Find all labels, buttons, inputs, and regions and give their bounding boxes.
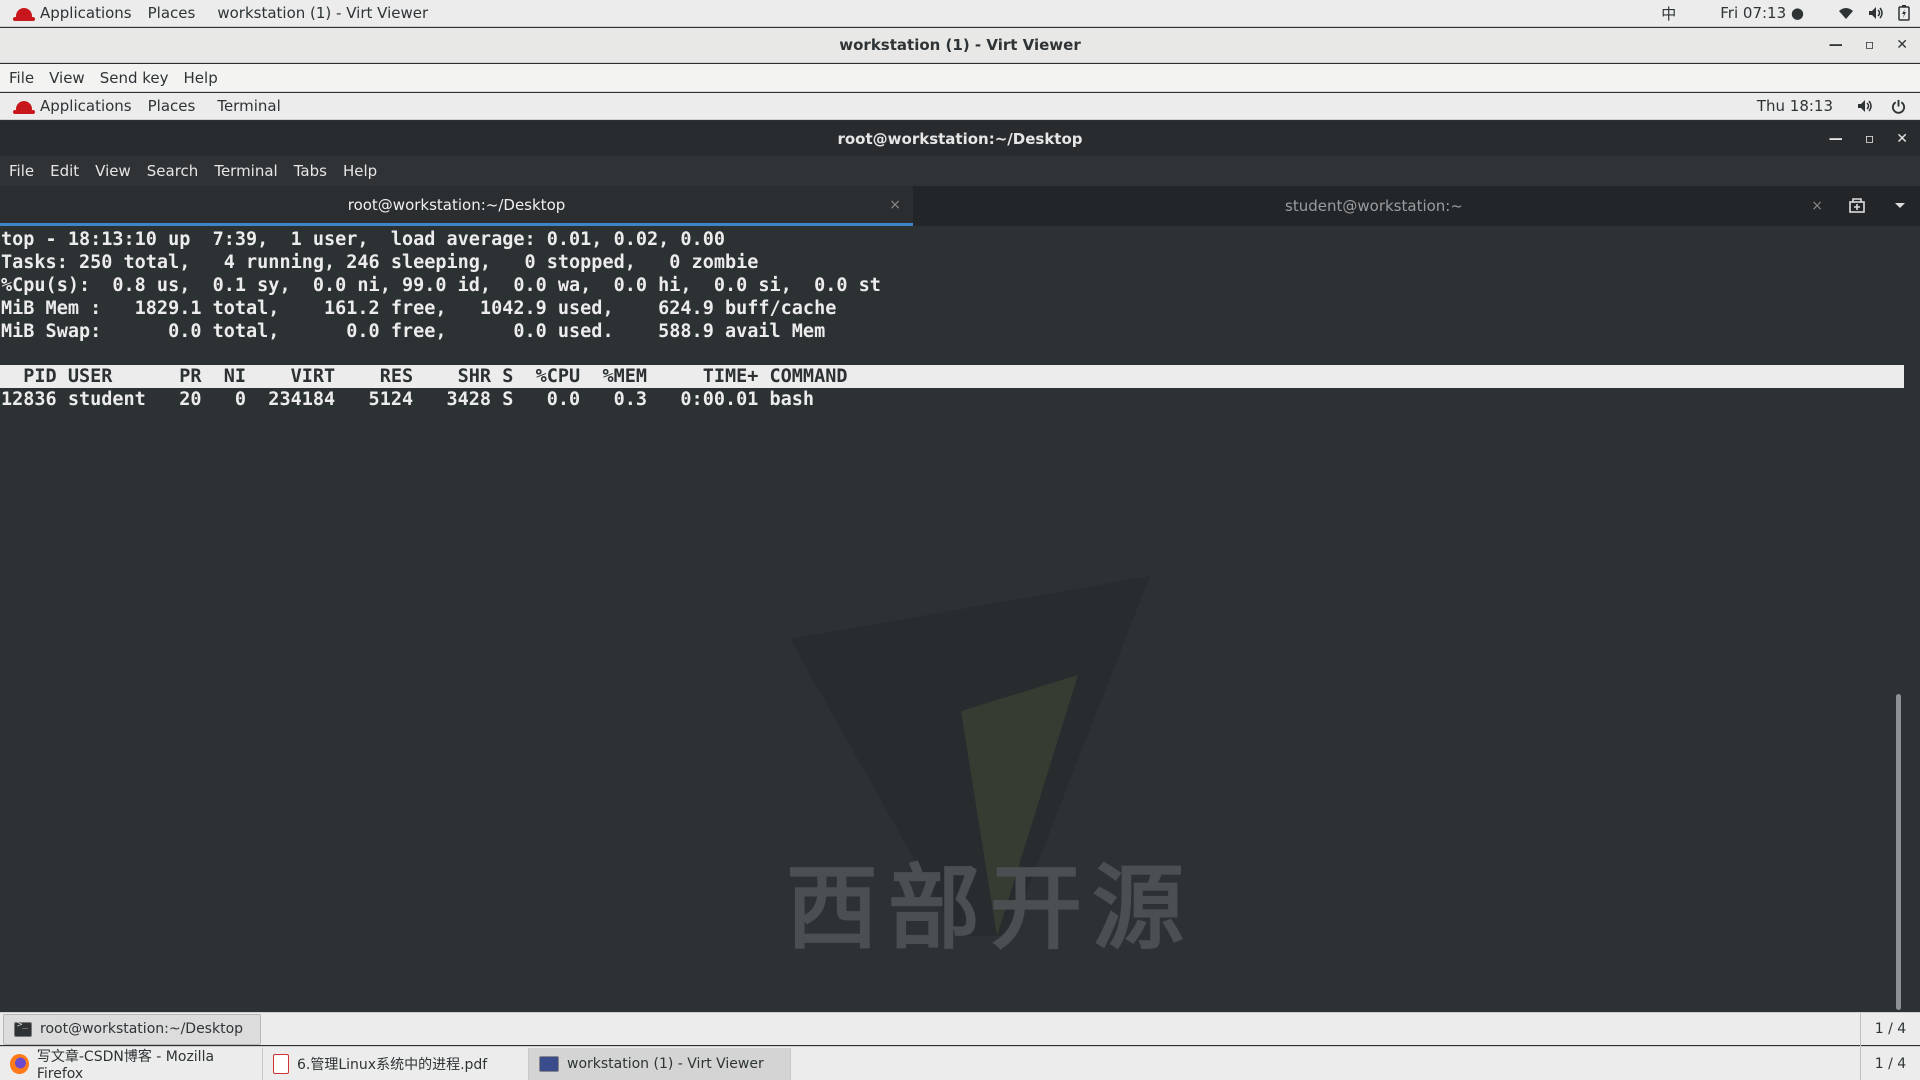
virt-viewer-icon [539,1055,559,1072]
host-task-label: 写文章-CSDN博客 - Mozilla Firefox [36,1048,215,1080]
top-summary-line: top - 18:13:10 up 7:39, 1 user, load ave… [1,229,725,250]
volume-icon[interactable] [1868,6,1884,20]
terminal-menubar: File Edit View Search Terminal Tabs Help [0,156,1920,186]
swap-line: MiB Swap: 0.0 total, 0.0 free, 0.0 used.… [1,321,826,342]
maximize-icon[interactable]: ▫ [1865,131,1875,147]
host-places-menu[interactable]: Places [148,4,196,22]
guest-applications-menu[interactable]: Applications [13,97,132,115]
term-menu-view[interactable]: View [95,162,131,180]
tab-label: root@workstation:~/Desktop [347,195,566,214]
host-active-window-label: workstation (1) - Virt Viewer [217,4,429,22]
guest-clock[interactable]: Thu 18:13 [1757,97,1833,115]
input-method-indicator[interactable]: 中 [1661,3,1676,24]
watermark-text: 西部开源 [786,855,1195,962]
guest-places-menu[interactable]: Places [148,97,196,115]
guest-task-label: root@workstation:~/Desktop [40,1021,244,1037]
virt-viewer-title: workstation (1) - Virt Viewer [839,36,1081,54]
host-places-label: Places [147,4,196,22]
terminal-title: root@workstation:~/Desktop [837,129,1083,148]
volume-icon[interactable] [1857,99,1873,113]
battery-icon[interactable] [1898,5,1910,21]
host-clock[interactable]: Fri 07:13 ● [1720,4,1804,22]
vv-menu-send-key[interactable]: Send key [100,69,169,87]
process-table-header: PID USER PR NI VIRT RES SHR S %CPU %MEM … [0,365,1904,388]
workspace-pager[interactable]: 1 / 4 [1860,1012,1920,1046]
tab-root-desktop[interactable]: root@workstation:~/Desktop × [0,186,913,226]
host-workspace-pager[interactable]: 1 / 4 [1860,1046,1920,1080]
guest-taskbar: root@workstation:~/Desktop 1 / 4 [0,1012,1920,1046]
host-task-label: workstation (1) - Virt Viewer [567,1055,764,1072]
scrollbar[interactable] [1896,694,1901,1010]
new-tab-icon[interactable] [1848,198,1866,214]
mem-line: MiB Mem : 1829.1 total, 161.2 free, 1042… [1,298,837,319]
term-menu-help[interactable]: Help [343,162,377,180]
redhat-icon [13,7,35,21]
tasks-line: Tasks: 250 total, 4 running, 246 sleepin… [1,252,759,273]
term-menu-file[interactable]: File [9,162,34,180]
host-task-firefox[interactable]: 写文章-CSDN博客 - Mozilla Firefox [0,1047,263,1080]
vv-menu-help[interactable]: Help [184,69,218,87]
guest-terminal-menu[interactable]: Terminal [217,97,280,115]
close-icon[interactable]: ✕ [1896,37,1908,53]
host-task-label: 6.管理Linux系统中的进程.pdf [297,1056,488,1073]
host-active-window-menu[interactable]: workstation (1) - Virt Viewer [217,4,428,22]
virt-viewer-titlebar: workstation (1) - Virt Viewer — ▫ ✕ [0,28,1920,63]
cpu-line: %Cpu(s): 0.8 us, 0.1 sy, 0.0 ni, 99.0 id… [1,275,881,296]
virt-viewer-menubar: File View Send key Help [0,64,1920,92]
term-menu-terminal[interactable]: Terminal [214,162,277,180]
host-applications-menu[interactable]: Applications [13,4,132,22]
vv-menu-file[interactable]: File [9,69,34,87]
tab-label: student@workstation:~ [1285,197,1463,215]
table-row: 12836 student 20 0 234184 5124 3428 S 0.… [1,389,815,410]
tab-close-icon[interactable]: × [1811,198,1823,214]
redhat-icon [13,100,35,114]
wifi-icon[interactable] [1838,6,1854,20]
guest-places-label: Places [147,97,196,115]
guest-terminal-label: Terminal [217,97,281,115]
minimize-icon[interactable]: — [1829,37,1843,53]
terminal-icon [14,1020,32,1037]
close-icon[interactable]: ✕ [1896,131,1908,147]
guest-applications-label: Applications [40,97,132,115]
guest-top-bar: Applications Places Terminal Thu 18:13 [0,93,1920,120]
host-task-pdf[interactable]: 6.管理Linux系统中的进程.pdf [263,1047,529,1080]
term-menu-tabs[interactable]: Tabs [294,162,327,180]
tab-student[interactable]: student@workstation:~ × [913,186,1835,226]
terminal-output[interactable]: 西部开源 top - 18:13:10 up 7:39, 1 user, loa… [0,226,1906,1012]
terminal-tabbar: root@workstation:~/Desktop × student@wor… [0,186,1920,226]
host-applications-label: Applications [40,4,132,22]
maximize-icon[interactable]: ▫ [1865,37,1875,53]
host-top-bar: Applications Places workstation (1) - Vi… [0,0,1920,27]
tab-close-icon[interactable]: × [889,197,901,213]
minimize-icon[interactable]: — [1829,131,1843,147]
chevron-down-icon[interactable] [1894,202,1906,210]
power-icon[interactable] [1891,99,1906,114]
firefox-icon [10,1053,29,1074]
pdf-icon [273,1053,289,1074]
host-task-virt-viewer[interactable]: workstation (1) - Virt Viewer [529,1047,791,1080]
vv-menu-view[interactable]: View [49,69,85,87]
term-menu-search[interactable]: Search [147,162,199,180]
host-taskbar: 写文章-CSDN博客 - Mozilla Firefox 6.管理Linux系统… [0,1046,1920,1080]
header-columns: PID USER PR NI VIRT RES SHR S %CPU %MEM … [1,366,848,387]
term-menu-edit[interactable]: Edit [50,162,79,180]
terminal-titlebar: root@workstation:~/Desktop — ▫ ✕ [0,121,1920,156]
guest-task-terminal[interactable]: root@workstation:~/Desktop [3,1013,261,1045]
